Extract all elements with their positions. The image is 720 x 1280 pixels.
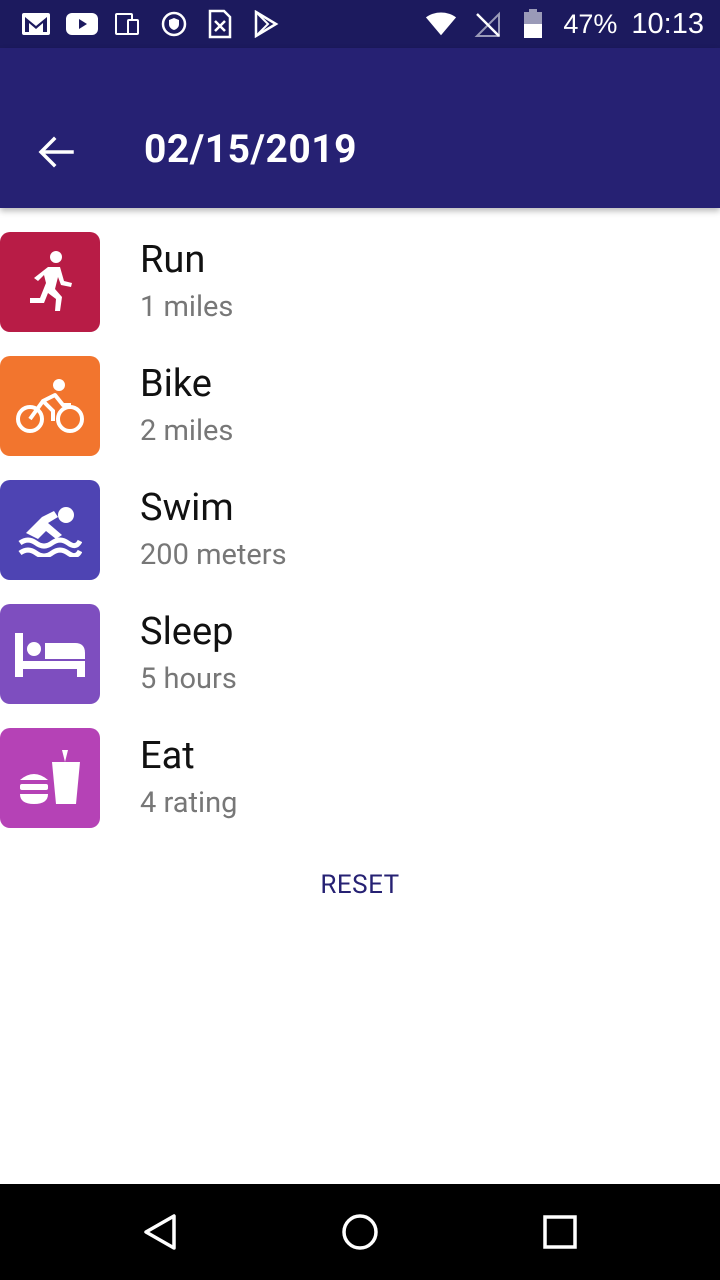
navigation-bar bbox=[0, 1184, 720, 1280]
run-icon bbox=[30, 251, 72, 311]
sleep-tile bbox=[0, 604, 100, 704]
activity-label: Run bbox=[140, 238, 206, 282]
activity-value: 4 rating bbox=[140, 786, 238, 820]
recents-square-icon bbox=[543, 1215, 577, 1249]
bed-icon bbox=[15, 633, 85, 677]
gmail-icon bbox=[20, 8, 52, 40]
nav-home-button[interactable] bbox=[336, 1208, 384, 1256]
arrow-back-icon bbox=[38, 136, 74, 168]
bike-icon bbox=[16, 379, 84, 433]
list-item-run[interactable]: Run 1 miles bbox=[0, 232, 720, 356]
nav-recents-button[interactable] bbox=[536, 1208, 584, 1256]
page-title: 02/15/2019 bbox=[144, 126, 357, 172]
activity-value: 5 hours bbox=[140, 662, 237, 696]
status-bar: 47% 10:13 bbox=[0, 0, 720, 48]
sim-x-icon bbox=[204, 8, 236, 40]
swim-icon bbox=[18, 507, 82, 557]
wifi-icon bbox=[425, 8, 457, 40]
nav-back-button[interactable] bbox=[136, 1208, 184, 1256]
app-bar: 02/15/2019 bbox=[0, 48, 720, 208]
home-circle-icon bbox=[342, 1214, 378, 1250]
battery-percent: 47% bbox=[563, 8, 618, 39]
reset-button[interactable]: RESET bbox=[0, 870, 720, 910]
devices-icon bbox=[112, 8, 144, 40]
clock-time: 10:13 bbox=[631, 7, 704, 40]
youtube-icon bbox=[66, 8, 98, 40]
back-button[interactable] bbox=[30, 130, 82, 174]
shield-icon bbox=[158, 8, 190, 40]
list-item-sleep[interactable]: Sleep 5 hours bbox=[0, 604, 720, 728]
swim-tile bbox=[0, 480, 100, 580]
food-icon bbox=[20, 750, 80, 804]
activity-label: Eat bbox=[140, 734, 195, 778]
bike-tile bbox=[0, 356, 100, 456]
list-item-bike[interactable]: Bike 2 miles bbox=[0, 356, 720, 480]
activity-label: Bike bbox=[140, 362, 212, 406]
eat-tile bbox=[0, 728, 100, 828]
activity-label: Swim bbox=[140, 486, 234, 530]
activity-label: Sleep bbox=[140, 610, 234, 654]
activity-value: 2 miles bbox=[140, 414, 234, 448]
activity-list: Run 1 miles Bike 2 miles Swim 200 meters… bbox=[0, 232, 720, 852]
activity-value: 200 meters bbox=[140, 538, 287, 572]
activity-value: 1 miles bbox=[140, 290, 234, 324]
back-triangle-icon bbox=[144, 1214, 176, 1250]
play-store-icon bbox=[250, 8, 282, 40]
battery-icon bbox=[517, 8, 549, 40]
list-item-swim[interactable]: Swim 200 meters bbox=[0, 480, 720, 604]
run-tile bbox=[0, 232, 100, 332]
no-signal-icon bbox=[471, 8, 503, 40]
list-item-eat[interactable]: Eat 4 rating bbox=[0, 728, 720, 852]
